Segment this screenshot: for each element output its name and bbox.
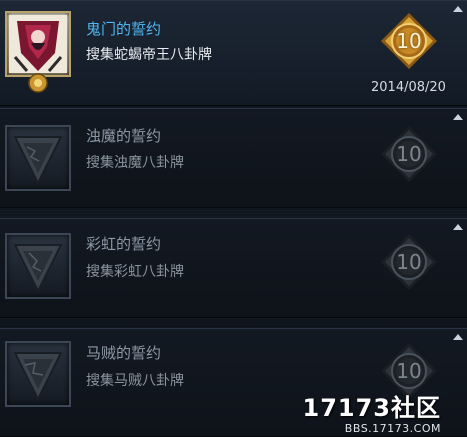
pledge-title: 鬼门的誓约 bbox=[86, 20, 162, 38]
expand-arrow-icon[interactable] bbox=[453, 114, 463, 120]
bagua-fragment-icon bbox=[5, 233, 71, 299]
pledge-title: 马贼的誓约 bbox=[86, 344, 162, 362]
level-badge: 10 bbox=[380, 233, 438, 291]
medal-emblem-icon bbox=[28, 73, 48, 93]
trump-card-portrait-icon bbox=[5, 11, 71, 77]
level-number: 10 bbox=[396, 29, 422, 53]
expand-arrow-icon[interactable] bbox=[453, 334, 463, 340]
collapse-arrow-icon[interactable] bbox=[453, 6, 463, 12]
pledge-title: 彩虹的誓约 bbox=[86, 235, 162, 253]
completion-date: 2014/08/20 bbox=[371, 80, 446, 95]
pledge-description: 搜集浊魔八卦牌 bbox=[86, 155, 184, 171]
pledge-row-ghost-gate[interactable]: 鬼门的誓约 搜集蛇蝎帝王八卦牌 10 2014/08/20 bbox=[0, 0, 467, 106]
level-badge: 10 bbox=[380, 125, 438, 183]
pledge-row-turbid-demon[interactable]: 浊魔的誓约 搜集浊魔八卦牌 10 bbox=[0, 108, 467, 208]
pledge-description: 搜集马贼八卦牌 bbox=[86, 373, 184, 389]
bagua-fragment-icon bbox=[5, 341, 71, 407]
pledge-description: 搜集彩虹八卦牌 bbox=[86, 264, 184, 280]
expand-arrow-icon[interactable] bbox=[453, 224, 463, 230]
pledge-row-rainbow[interactable]: 彩虹的誓约 搜集彩虹八卦牌 10 bbox=[0, 218, 467, 318]
pledge-description: 搜集蛇蝎帝王八卦牌 bbox=[86, 47, 212, 63]
site-watermark-logo: 17173社区 bbox=[302, 394, 441, 422]
level-badge: 10 bbox=[380, 12, 438, 70]
level-number: 10 bbox=[396, 142, 422, 166]
bagua-fragment-icon bbox=[5, 125, 71, 191]
site-watermark-url: BBS.17173.COM bbox=[344, 422, 441, 435]
level-number: 10 bbox=[396, 250, 422, 274]
pledge-list-panel: 鬼门的誓约 搜集蛇蝎帝王八卦牌 10 2014/08/20 浊魔的誓约 搜集浊魔… bbox=[0, 0, 467, 437]
pledge-title: 浊魔的誓约 bbox=[86, 127, 162, 145]
